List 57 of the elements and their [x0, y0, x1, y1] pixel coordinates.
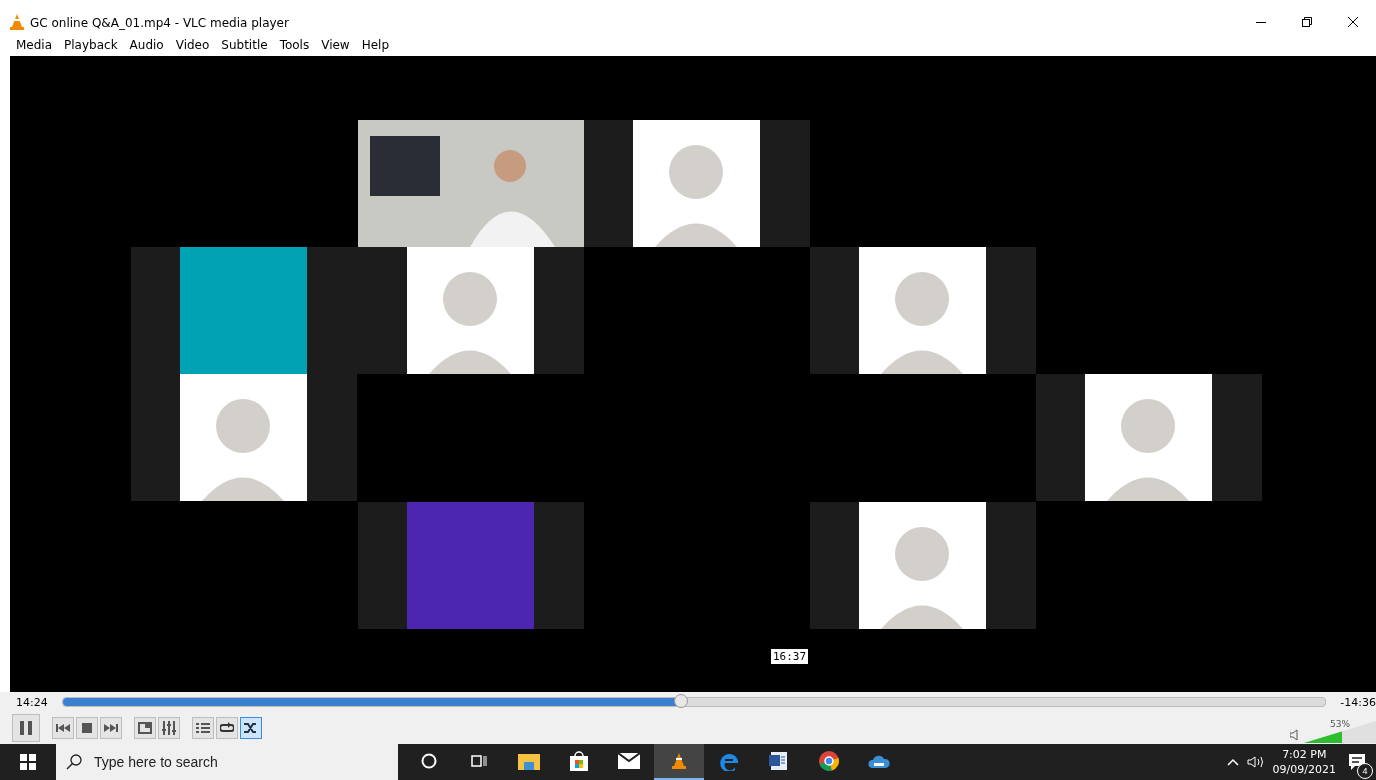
speaker-icon — [1290, 729, 1300, 741]
search-field[interactable]: Type here to search — [92, 753, 376, 771]
menu-item[interactable]: View — [315, 38, 356, 52]
notifications-button[interactable]: 4 — [1344, 748, 1370, 776]
stop-icon — [82, 723, 92, 733]
skip-forward-icon — [104, 724, 118, 732]
menu-item[interactable]: Playback — [58, 38, 124, 52]
close-icon — [1348, 17, 1358, 27]
document-icon — [769, 751, 789, 771]
list-icon — [196, 722, 210, 734]
sliders-icon — [162, 721, 176, 735]
menu-item[interactable]: Tools — [273, 38, 316, 52]
chrome-icon — [818, 750, 840, 772]
skip-back-icon — [56, 724, 70, 732]
notification-count: 4 — [1357, 763, 1373, 779]
chevron-up-icon — [1226, 758, 1239, 766]
menu-item[interactable]: Media — [10, 38, 59, 52]
clock-time: 7:02 PM — [1282, 747, 1327, 762]
vlc-cone-icon — [672, 753, 686, 769]
clock-date: 09/09/2021 — [1272, 762, 1336, 777]
window-title: GC online Q&A_01.mp4 - VLC media player — [30, 16, 289, 30]
task-view-icon — [471, 753, 487, 769]
edge-icon — [719, 751, 739, 771]
fullscreen-button[interactable] — [134, 717, 156, 739]
mail-icon — [618, 753, 640, 769]
folder-icon — [518, 752, 540, 770]
loop-button[interactable] — [216, 717, 238, 739]
search-bar[interactable]: Type here to search — [56, 744, 398, 780]
playlist-button[interactable] — [192, 717, 214, 739]
restore-icon — [1302, 17, 1312, 27]
vlc-taskbar-button[interactable] — [654, 744, 704, 780]
menu-item[interactable]: Video — [169, 38, 216, 52]
shuffle-icon — [244, 722, 258, 734]
speaker-icon — [1246, 755, 1265, 769]
search-icon — [66, 754, 82, 770]
vlc-logo-icon — [10, 14, 24, 30]
menu-item[interactable]: Subtitle — [215, 38, 274, 52]
next-button[interactable] — [100, 717, 122, 739]
previous-button[interactable] — [52, 717, 74, 739]
remaining-time: -14:36 — [1340, 695, 1376, 709]
time-tooltip: 16:37 — [770, 648, 810, 665]
loop-icon — [220, 722, 234, 734]
windows-icon — [20, 754, 36, 770]
effects-button[interactable] — [158, 717, 180, 739]
minimize-icon — [1256, 21, 1266, 23]
pause-button[interactable] — [12, 714, 40, 742]
circle-icon — [421, 753, 437, 769]
elapsed-time: 14:24 — [16, 695, 48, 709]
menu-item[interactable]: Audio — [123, 38, 170, 52]
pause-icon — [19, 720, 33, 736]
stop-button[interactable] — [76, 717, 98, 739]
shuffle-button[interactable] — [240, 717, 262, 739]
cloud-icon — [868, 754, 890, 768]
volume-reading: 53% — [1330, 719, 1350, 729]
shopping-bag-icon — [569, 751, 589, 771]
menu-item[interactable]: Help — [355, 38, 396, 52]
frame-icon — [138, 722, 152, 734]
